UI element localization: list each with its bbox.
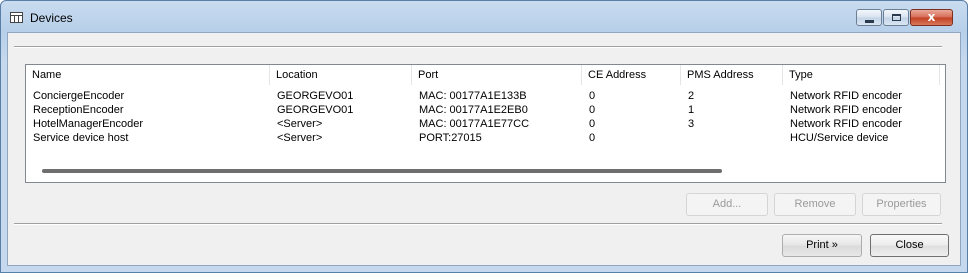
cell-port: MAC: 00177A1E2EB0 <box>419 104 528 116</box>
column-header-pms-address[interactable]: PMS Address <box>681 65 783 85</box>
cell-pms-address: 2 <box>688 90 695 102</box>
cell-type: Network RFID encoder <box>790 118 902 130</box>
horizontal-scrollbar[interactable] <box>42 169 722 173</box>
cell-location: GEORGEVO01 <box>277 104 354 116</box>
bottom-divider <box>14 223 942 225</box>
close-button[interactable]: Close <box>870 234 949 257</box>
cell-type: Network RFID encoder <box>790 90 902 102</box>
cell-location: <Server> <box>277 132 323 144</box>
devices-list-header: Name Location Port CE Address PMS Addres… <box>26 65 945 85</box>
title-bar[interactable]: Devices x <box>1 1 967 33</box>
maximize-icon <box>892 14 901 21</box>
minimize-button[interactable] <box>856 9 882 26</box>
cell-pms-address <box>681 131 688 145</box>
device-properties-button[interactable]: Properties <box>862 193 941 216</box>
remove-device-button[interactable]: Remove <box>774 193 856 216</box>
caption-buttons: x <box>855 9 953 26</box>
cell-name: HotelManagerEncoder <box>33 118 144 130</box>
device-row-1[interactable]: ConciergeEncoder GEORGEVO01 MAC: 00177A1… <box>26 89 945 103</box>
cell-location: GEORGEVO01 <box>277 90 354 102</box>
cell-port: MAC: 00177A1E77CC <box>419 118 530 130</box>
device-row-2[interactable]: ReceptionEncoder GEORGEVO01 MAC: 00177A1… <box>26 103 945 117</box>
table-grid-icon <box>10 12 23 23</box>
cell-port: PORT:27015 <box>419 132 482 144</box>
maximize-button[interactable] <box>883 9 909 26</box>
cell-name: Service device host <box>33 132 129 144</box>
print-button[interactable]: Print » <box>782 234 862 257</box>
minimize-icon <box>865 20 874 23</box>
device-row-3[interactable]: HotelManagerEncoder <Server> MAC: 00177A… <box>26 117 945 131</box>
cell-ce-address: 0 <box>589 90 596 102</box>
cell-ce-address: 0 <box>589 104 596 116</box>
cell-type: HCU/Service device <box>790 132 889 144</box>
cell-name: ConciergeEncoder <box>33 90 125 102</box>
add-device-button[interactable]: Add... <box>686 193 768 216</box>
cell-pms-address: 3 <box>688 118 695 130</box>
column-header-port[interactable]: Port <box>412 65 582 85</box>
column-header-name[interactable]: Name <box>26 65 270 85</box>
cell-pms-address: 1 <box>688 104 695 116</box>
cell-ce-address: 0 <box>589 132 596 144</box>
close-window-button[interactable]: x <box>910 9 953 26</box>
column-header-location[interactable]: Location <box>270 65 412 85</box>
column-header-ce-address[interactable]: CE Address <box>582 65 681 85</box>
devices-window: Devices x Name Location Port CE Address … <box>0 0 968 273</box>
cell-type: Network RFID encoder <box>790 104 902 116</box>
window-title: Devices <box>30 11 73 25</box>
cell-name: ReceptionEncoder <box>33 104 124 116</box>
cell-port: MAC: 00177A1E133B <box>419 90 527 102</box>
cell-location: <Server> <box>277 118 323 130</box>
dialog-client-area: Name Location Port CE Address PMS Addres… <box>7 32 961 266</box>
close-icon: x <box>927 10 936 24</box>
cell-ce-address: 0 <box>589 118 596 130</box>
column-header-type[interactable]: Type <box>783 65 940 85</box>
top-divider <box>14 46 942 48</box>
devices-list[interactable]: Name Location Port CE Address PMS Addres… <box>25 64 946 183</box>
device-row-4[interactable]: Service device host <Server> PORT:27015 … <box>26 131 945 145</box>
